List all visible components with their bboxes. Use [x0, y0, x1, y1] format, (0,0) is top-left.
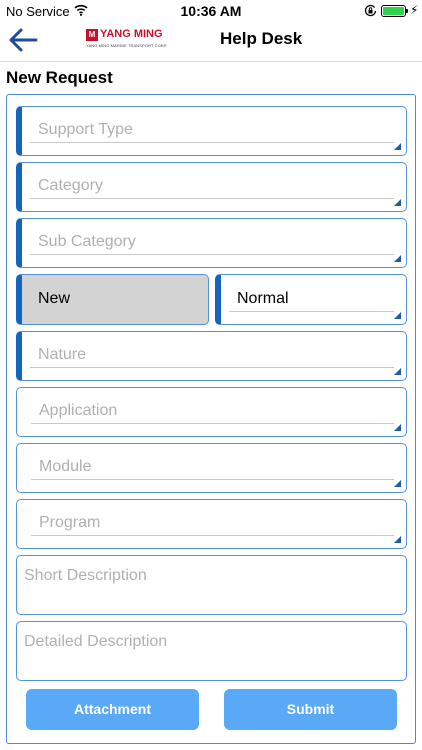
logo-text: YANG MING — [100, 28, 163, 40]
module-placeholder: Module — [39, 458, 92, 475]
company-logo: M YANG MING YANG MING MARINE TRANSPORT C… — [86, 28, 172, 52]
support-type-placeholder: Support Type — [38, 121, 133, 138]
field-underline — [229, 311, 394, 312]
nature-placeholder: Nature — [38, 346, 87, 363]
short-description-placeholder: Short Description — [24, 567, 147, 584]
submit-button[interactable]: Submit — [224, 689, 397, 730]
field-underline — [30, 254, 394, 255]
program-select[interactable]: Program — [16, 499, 407, 549]
short-description-input[interactable]: Short Description — [16, 555, 407, 615]
battery-fill — [383, 7, 404, 15]
dropdown-corner-icon — [394, 480, 401, 487]
sub-category-placeholder: Sub Category — [38, 233, 136, 250]
field-underline — [31, 423, 394, 424]
orientation-lock-icon — [364, 4, 377, 17]
attachment-button[interactable]: Attachment — [26, 689, 199, 730]
category-select[interactable]: Category — [16, 162, 407, 212]
module-select[interactable]: Module — [16, 443, 407, 493]
request-form: Support Type Category Sub Category New N… — [6, 94, 416, 744]
status-bar: No Service 10:36 AM ⚡ — [0, 0, 422, 22]
detailed-description-input[interactable]: Detailed Description — [16, 621, 407, 681]
dropdown-corner-icon — [394, 255, 401, 262]
dropdown-corner-icon — [394, 536, 401, 543]
program-placeholder: Program — [39, 514, 101, 531]
dropdown-corner-icon — [394, 312, 401, 319]
battery-tip — [406, 9, 408, 13]
priority-value: Normal — [237, 290, 289, 307]
field-underline — [31, 535, 394, 536]
field-underline — [31, 479, 394, 480]
section-title: New Request — [6, 68, 113, 87]
arrow-left-icon[interactable] — [6, 25, 40, 55]
support-type-select[interactable]: Support Type — [16, 106, 407, 156]
status-value: New — [38, 290, 71, 307]
nature-select[interactable]: Nature — [16, 331, 407, 381]
dropdown-corner-icon — [394, 143, 401, 150]
dropdown-corner-icon — [394, 368, 401, 375]
navigation-bar: M YANG MING YANG MING MARINE TRANSPORT C… — [0, 22, 422, 62]
logo-subtext: YANG MING MARINE TRANSPORT CORP. — [86, 43, 168, 48]
status-field: New — [16, 274, 209, 325]
dropdown-corner-icon — [394, 199, 401, 206]
priority-select[interactable]: Normal — [215, 274, 407, 325]
logo-mark: M — [86, 29, 98, 41]
charging-bolt-icon: ⚡ — [410, 3, 419, 17]
field-underline — [30, 142, 394, 143]
battery-icon — [381, 5, 406, 17]
detailed-description-placeholder: Detailed Description — [24, 633, 168, 650]
clock: 10:36 AM — [180, 3, 242, 19]
category-placeholder: Category — [38, 177, 103, 194]
application-placeholder: Application — [39, 402, 118, 419]
sub-category-select[interactable]: Sub Category — [16, 218, 407, 268]
dropdown-corner-icon — [394, 424, 401, 431]
page-title: Help Desk — [220, 29, 303, 48]
field-underline — [30, 198, 394, 199]
field-underline — [30, 367, 394, 368]
application-select[interactable]: Application — [16, 387, 407, 437]
